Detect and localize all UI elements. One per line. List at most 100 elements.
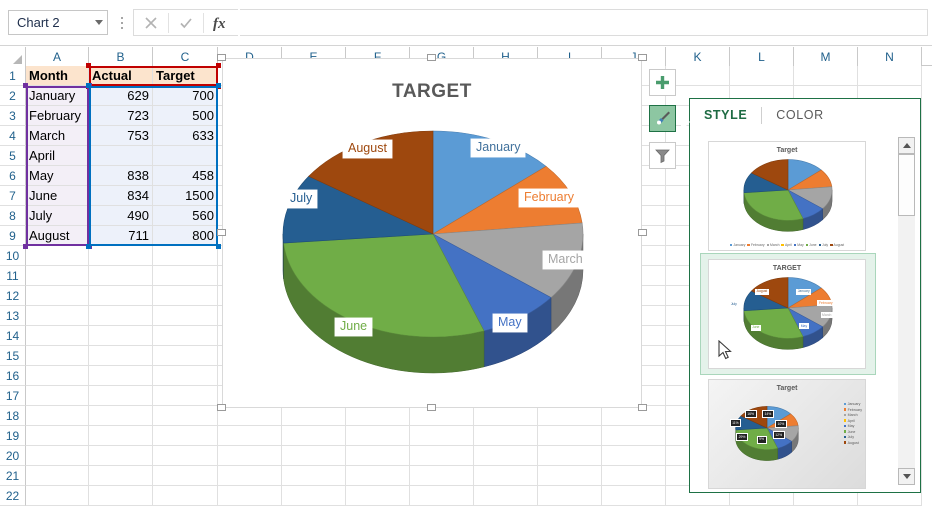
pie-chart-area[interactable]: January February March May June July August	[223, 104, 643, 404]
grid-cell-empty[interactable]	[89, 366, 153, 386]
grid-cell-empty[interactable]	[89, 326, 153, 346]
grid-cell-empty[interactable]	[153, 346, 218, 366]
cell-target-august[interactable]: 800	[153, 226, 218, 246]
grid-cell-empty[interactable]	[346, 426, 410, 446]
chart-resize-handle[interactable]	[217, 54, 226, 61]
grid-cell-empty[interactable]	[26, 446, 89, 466]
grid-cell-empty[interactable]	[282, 466, 346, 486]
chart-resize-handle[interactable]	[638, 404, 647, 411]
chart-resize-handle[interactable]	[427, 54, 436, 61]
row-header-16[interactable]: 16	[0, 366, 26, 386]
chart-resize-handle[interactable]	[638, 54, 647, 61]
grid-cell-empty[interactable]	[538, 486, 602, 506]
grid-cell-empty[interactable]	[89, 486, 153, 506]
grid-cell-empty[interactable]	[153, 306, 218, 326]
grid-cell-empty[interactable]	[218, 426, 282, 446]
cell-actual-march[interactable]: 753	[89, 126, 153, 146]
grid-cell-empty[interactable]	[153, 326, 218, 346]
grid-cell-empty[interactable]	[153, 386, 218, 406]
row-header-19[interactable]: 19	[0, 426, 26, 446]
chevron-down-icon[interactable]	[95, 20, 103, 25]
grid-cell-empty[interactable]	[26, 386, 89, 406]
grid-cell-empty[interactable]	[153, 406, 218, 426]
select-all-button[interactable]	[0, 47, 26, 66]
column-header-b[interactable]: B	[89, 47, 153, 66]
grid-cell-empty[interactable]	[218, 446, 282, 466]
grid-cell-empty[interactable]	[538, 446, 602, 466]
grid-cell-empty[interactable]	[153, 466, 218, 486]
grid-cell-empty[interactable]	[474, 426, 538, 446]
data-label-june[interactable]: June	[335, 318, 373, 336]
grid-cell-empty[interactable]	[89, 446, 153, 466]
cell-actual-january[interactable]: 629	[89, 86, 153, 106]
grid-cell-empty[interactable]	[410, 426, 474, 446]
selection-handle[interactable]	[86, 244, 91, 249]
formula-input[interactable]	[240, 9, 928, 36]
selection-handle[interactable]	[216, 244, 221, 249]
data-label-january[interactable]: January	[471, 139, 526, 157]
scroll-up-button[interactable]	[898, 137, 915, 154]
grid-cell-empty[interactable]	[602, 446, 666, 466]
data-label-august[interactable]: August	[343, 140, 392, 158]
grid-cell-empty[interactable]	[282, 406, 346, 426]
grid-cell-empty[interactable]	[538, 406, 602, 426]
grid-cell-empty[interactable]	[794, 66, 858, 86]
grid-cell-empty[interactable]	[410, 446, 474, 466]
grid-cell-empty[interactable]	[474, 446, 538, 466]
row-header-11[interactable]: 11	[0, 266, 26, 286]
row-header-3[interactable]: 3	[0, 106, 26, 126]
tab-style[interactable]: STYLE	[704, 108, 761, 122]
grid-cell-empty[interactable]	[153, 446, 218, 466]
column-header-a[interactable]: A	[26, 47, 89, 66]
row-header-2[interactable]: 2	[0, 86, 26, 106]
name-box[interactable]: Chart 2	[8, 10, 108, 35]
grid-cell-empty[interactable]	[89, 246, 153, 266]
selection-handle[interactable]	[86, 63, 91, 68]
insert-function-button[interactable]: fx	[204, 10, 238, 35]
grid-cell-empty[interactable]	[474, 466, 538, 486]
grid-cell-empty[interactable]	[346, 466, 410, 486]
row-header-10[interactable]: 10	[0, 246, 26, 266]
chart-resize-handle[interactable]	[427, 404, 436, 411]
table-header-month[interactable]: Month	[26, 66, 89, 86]
cell-month-january[interactable]: January	[26, 86, 89, 106]
row-header-15[interactable]: 15	[0, 346, 26, 366]
row-header-7[interactable]: 7	[0, 186, 26, 206]
selection-handle[interactable]	[216, 83, 221, 88]
grid-cell-empty[interactable]	[89, 286, 153, 306]
formula-bar-more-icon[interactable]	[117, 14, 127, 32]
row-header-18[interactable]: 18	[0, 406, 26, 426]
grid-cell-empty[interactable]	[346, 406, 410, 426]
column-header-l[interactable]: L	[730, 47, 794, 66]
data-label-february[interactable]: February	[519, 189, 580, 207]
grid-cell-empty[interactable]	[26, 286, 89, 306]
grid-cell-empty[interactable]	[26, 346, 89, 366]
chart-styles-button[interactable]	[649, 105, 676, 132]
cell-month-may[interactable]: May	[26, 166, 89, 186]
grid-cell-empty[interactable]	[858, 66, 922, 86]
grid-cell-empty[interactable]	[474, 486, 538, 506]
cell-month-february[interactable]: February	[26, 106, 89, 126]
grid-cell-empty[interactable]	[26, 366, 89, 386]
grid-cell-empty[interactable]	[602, 426, 666, 446]
cell-month-july[interactable]: July	[26, 206, 89, 226]
column-header-n[interactable]: N	[858, 47, 922, 66]
column-header-k[interactable]: K	[666, 47, 730, 66]
style-thumbnail-1[interactable]: Target January February March April May June Ju…	[708, 141, 866, 251]
row-header-20[interactable]: 20	[0, 446, 26, 466]
cell-month-april[interactable]: April	[26, 146, 89, 166]
cell-actual-april[interactable]	[89, 146, 153, 166]
grid-cell-empty[interactable]	[153, 426, 218, 446]
grid-cell-empty[interactable]	[602, 406, 666, 426]
grid-cell-empty[interactable]	[730, 66, 794, 86]
cell-target-june[interactable]: 1500	[153, 186, 218, 206]
scroll-down-button[interactable]	[898, 468, 915, 485]
grid-cell-empty[interactable]	[89, 266, 153, 286]
row-header-17[interactable]: 17	[0, 386, 26, 406]
grid-cell-empty[interactable]	[538, 466, 602, 486]
grid-cell-empty[interactable]	[602, 466, 666, 486]
chart-object[interactable]: TARGET January February March May June July Au…	[222, 58, 642, 408]
cell-month-march[interactable]: March	[26, 126, 89, 146]
grid-cell-empty[interactable]	[538, 426, 602, 446]
grid-cell-empty[interactable]	[474, 406, 538, 426]
